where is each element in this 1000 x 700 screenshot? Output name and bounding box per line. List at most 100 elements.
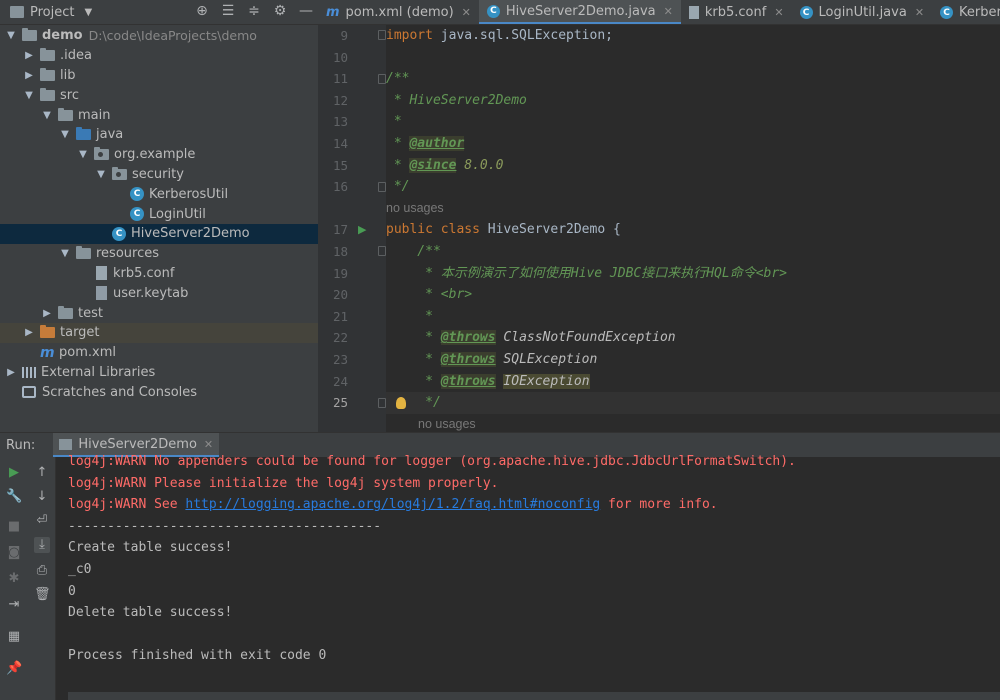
tree-item-user-keytab[interactable]: user.keytab [0, 283, 318, 303]
code-area[interactable]: import java.sql.SQLException; /** * Hive… [386, 25, 1000, 432]
tree-item-label: lib [60, 67, 76, 83]
fold-marker-icon[interactable] [378, 182, 386, 192]
code-line-15: * @since 8.0.0 [386, 155, 1000, 177]
tab-loginutil-java[interactable]: C LoginUtil.java ✕ [792, 0, 933, 24]
expanded-arrow-icon[interactable]: ▼ [22, 90, 36, 101]
close-icon[interactable]: ✕ [664, 5, 673, 18]
libraries-icon [22, 366, 36, 378]
collapsed-arrow-icon[interactable]: ▶ [22, 70, 36, 81]
tab-label: KerberosUtil.java [959, 5, 1000, 20]
fold-marker-icon[interactable] [378, 398, 386, 408]
tab-krb5-conf[interactable]: krb5.conf ✕ [681, 0, 792, 24]
console-link[interactable]: http://logging.apache.org/log4j/1.2/faq.… [185, 497, 600, 512]
tree-item-loginutil[interactable]: C LoginUtil [0, 204, 318, 224]
line-number-gutter[interactable]: 9 10 11 12 13 14 15 16 17 18 19 20 21 22… [318, 25, 386, 432]
soft-wrap-icon[interactable]: ⏎ [34, 513, 50, 529]
wrench-icon[interactable]: 🔧 [6, 489, 22, 505]
pin-icon[interactable]: 📌 [6, 661, 22, 677]
tree-item-test[interactable]: ▶ test [0, 303, 318, 323]
rerun-icon[interactable]: ▶ [6, 465, 22, 481]
console-line: log4j:WARN Please initialize the log4j s… [68, 473, 498, 495]
tree-item-hiveserver2demo[interactable]: C HiveServer2Demo [0, 223, 318, 244]
expanded-arrow-icon[interactable]: ▼ [40, 110, 54, 121]
minimize-icon[interactable]: — [298, 3, 314, 19]
expand-all-icon[interactable]: ☰ [220, 3, 236, 19]
expanded-arrow-icon[interactable]: ▼ [58, 129, 72, 140]
lightbulb-icon[interactable] [396, 397, 406, 409]
console-output[interactable]: log4j:WARN No appenders could be found f… [56, 454, 1000, 700]
tree-item-src[interactable]: ▼ src [0, 85, 318, 105]
close-icon[interactable]: ✕ [462, 6, 471, 19]
tree-item-label: user.keytab [113, 285, 189, 301]
run-gutter-icon[interactable]: ▶ [358, 223, 366, 236]
tab-label: LoginUtil.java [818, 5, 907, 20]
tree-item-label: main [78, 107, 111, 123]
close-icon[interactable]: ✕ [915, 6, 924, 19]
code-line-13: * [386, 111, 1000, 133]
collapsed-arrow-icon[interactable]: ▶ [40, 308, 54, 319]
scratches-icon [22, 386, 36, 399]
tree-item-krb5-conf[interactable]: krb5.conf [0, 264, 318, 284]
tree-item-idea[interactable]: ▶ .idea [0, 46, 318, 66]
line-number: 15 [332, 157, 348, 173]
tab-kerberosutil-java[interactable]: C KerberosUtil.java [932, 0, 1000, 24]
tree-item-security[interactable]: ▼ security [0, 165, 318, 185]
code-token: /** [386, 71, 410, 87]
tree-item-resources[interactable]: ▼ resources [0, 244, 318, 264]
tree-item-external-libraries[interactable]: ▶ External Libraries [0, 363, 318, 383]
inlay-usages-hint[interactable]: no usages [386, 198, 1000, 220]
expanded-arrow-icon[interactable]: ▼ [76, 149, 90, 160]
collapsed-arrow-icon[interactable]: ▶ [22, 327, 36, 338]
tab-label: pom.xml (demo) [345, 5, 454, 20]
expanded-arrow-icon[interactable]: ▼ [4, 30, 18, 41]
tree-item-pom-xml[interactable]: m pom.xml [0, 343, 318, 363]
expanded-arrow-icon[interactable]: ▼ [58, 248, 72, 259]
collapsed-arrow-icon[interactable]: ▶ [4, 367, 18, 378]
scroll-to-end-icon[interactable]: ⤓ [34, 537, 50, 553]
code-token: * [386, 136, 410, 151]
line-number: 19 [332, 265, 348, 281]
console-text: for more info. [600, 497, 718, 513]
tree-item-main[interactable]: ▼ main [0, 105, 318, 125]
chevron-down-icon[interactable]: ▼ [84, 7, 92, 18]
close-icon[interactable]: ✕ [204, 438, 213, 451]
code-line-20: * <br> [386, 284, 1000, 306]
collapsed-arrow-icon[interactable]: ▶ [22, 50, 36, 61]
class-icon: C [799, 6, 813, 19]
close-icon[interactable]: ✕ [774, 6, 783, 19]
console-line: _c0 [68, 562, 92, 577]
debug-icon[interactable]: ✱ [6, 571, 22, 587]
run-label: Run: [6, 437, 36, 453]
print-icon[interactable]: ⎙ [34, 563, 50, 579]
tree-item-kerberosutil[interactable]: C KerberosUtil [0, 184, 318, 204]
horizontal-scrollbar[interactable] [68, 692, 1000, 700]
camera-icon[interactable]: ◙ [6, 545, 22, 561]
console-text: log4j:WARN See [68, 497, 186, 513]
line-number: 14 [332, 136, 348, 151]
console-line: 0 [68, 583, 76, 599]
fold-marker-icon[interactable] [378, 246, 386, 256]
project-view-selector[interactable]: Project [30, 5, 74, 20]
tree-item-java[interactable]: ▼ java [0, 125, 318, 145]
tab-pom-xml[interactable]: m pom.xml (demo) ✕ [318, 0, 479, 24]
layout-icon[interactable]: ▦ [6, 629, 22, 645]
tree-item-label: krb5.conf [113, 265, 175, 281]
code-token: * [386, 114, 402, 130]
tree-item-lib[interactable]: ▶ lib [0, 66, 318, 86]
tab-hiveserver2demo-java[interactable]: C HiveServer2Demo.java ✕ [478, 0, 681, 24]
fold-marker-icon[interactable] [378, 30, 386, 40]
gear-icon[interactable]: ⚙ [272, 3, 288, 19]
tree-item-target[interactable]: ▶ target [0, 322, 318, 343]
tree-item-scratches[interactable]: Scratches and Consoles [0, 382, 318, 402]
collapse-all-icon[interactable]: ≑ [246, 3, 262, 19]
tree-item-demo[interactable]: ▼ demo D:\code\IdeaProjects\demo [0, 26, 318, 46]
fold-marker-icon[interactable] [378, 74, 386, 84]
tree-item-org-example[interactable]: ▼ org.example [0, 145, 318, 165]
trash-icon[interactable]: 🗑 [34, 587, 51, 603]
expanded-arrow-icon[interactable]: ▼ [94, 169, 108, 180]
arrow-up-icon[interactable]: ↑ [34, 465, 50, 481]
locate-icon[interactable]: ⊕ [194, 3, 210, 19]
arrow-down-icon[interactable]: ↓ [34, 489, 50, 505]
exit-icon[interactable]: ⇥ [6, 597, 22, 613]
stop-icon[interactable]: ■ [6, 519, 22, 535]
